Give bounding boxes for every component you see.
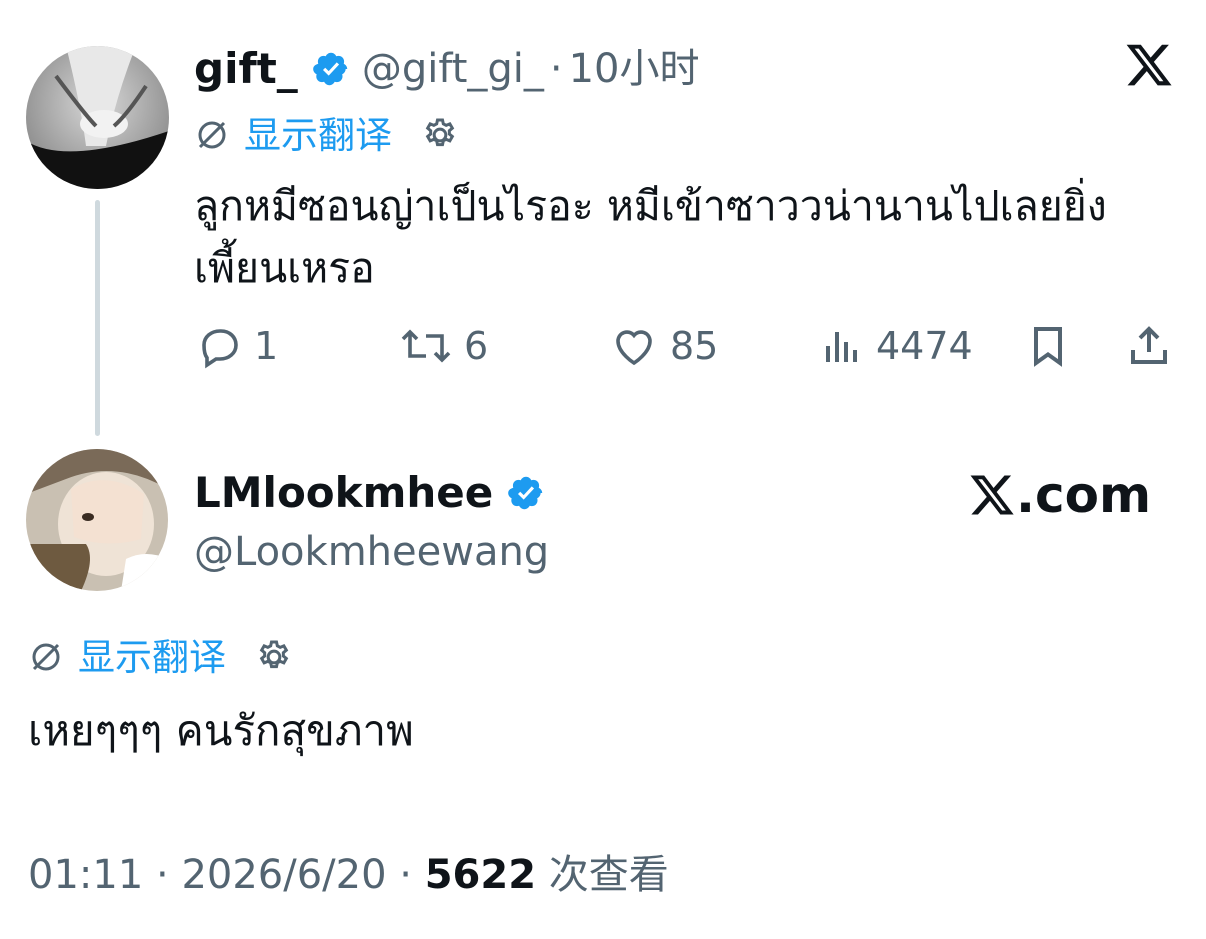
views-count: 4474 (876, 324, 973, 368)
show-translation-link[interactable]: 显示翻译 (244, 117, 392, 154)
x-logo-icon[interactable] (1124, 40, 1174, 94)
avatar-image (26, 46, 169, 189)
retweet-button[interactable]: 6 (398, 322, 488, 370)
bookmark-button[interactable] (1024, 322, 1072, 370)
tweet-text: เหยๆๆๆ คนรักสุขภาพ (28, 706, 414, 755)
x-logo-icon (968, 471, 1016, 519)
share-button[interactable] (1124, 322, 1174, 370)
views-button[interactable]: 4474 (818, 322, 973, 370)
views-label: 次查看 (548, 852, 669, 898)
no-translate-icon (198, 121, 226, 149)
separator: · (399, 852, 425, 898)
tweet-date[interactable]: 2026/6/20 (181, 852, 386, 898)
reply-button[interactable]: 1 (196, 322, 278, 370)
avatar-image (26, 449, 168, 591)
retweet-icon (401, 329, 451, 363)
timestamp[interactable]: 10小时 (569, 49, 700, 89)
show-translation-link[interactable]: 显示翻译 (78, 639, 226, 676)
avatar[interactable] (26, 449, 168, 591)
gear-icon[interactable] (254, 637, 294, 677)
views-count: 5622 (424, 852, 537, 898)
tweet-meta: 01:11 · 2026/6/20 · 5622 次查看 (28, 855, 669, 895)
no-translate-icon (32, 643, 60, 671)
reply-header: LMlookmhee (194, 472, 545, 514)
avatar[interactable] (26, 46, 169, 189)
display-name[interactable]: gift_ (194, 48, 298, 90)
bar-chart-icon (826, 332, 857, 362)
bookmark-icon (1034, 327, 1062, 367)
heart-icon (616, 330, 652, 366)
retweet-count: 6 (464, 324, 489, 368)
handle[interactable]: @Lookmheewang (194, 532, 549, 572)
thread-connector (95, 200, 100, 436)
handle[interactable]: @gift_gi_ (362, 49, 544, 89)
share-icon (1131, 326, 1167, 364)
x-com-watermark: .com (968, 470, 1151, 520)
tweet-header: gift_ @gift_gi_ · 10小时 (194, 48, 700, 90)
verified-badge-icon (507, 474, 545, 512)
gear-icon[interactable] (420, 115, 460, 155)
watermark-domain: .com (1016, 466, 1152, 524)
separator: · (156, 852, 182, 898)
separator: · (549, 46, 563, 92)
like-count: 85 (670, 324, 719, 368)
verified-badge-icon (312, 50, 350, 88)
translate-row: 显示翻译 (28, 637, 294, 677)
comment-icon (202, 329, 238, 369)
reply-count: 1 (254, 324, 279, 368)
translate-row: 显示翻译 (194, 115, 460, 155)
tweet-time[interactable]: 01:11 (28, 852, 143, 898)
display-name[interactable]: LMlookmhee (194, 472, 493, 514)
tweet-text: ลูกหมีซอนญ่าเป็นไรอะ หมีเข้าซาววน่านานไป… (194, 182, 1107, 292)
like-button[interactable]: 85 (608, 322, 718, 370)
